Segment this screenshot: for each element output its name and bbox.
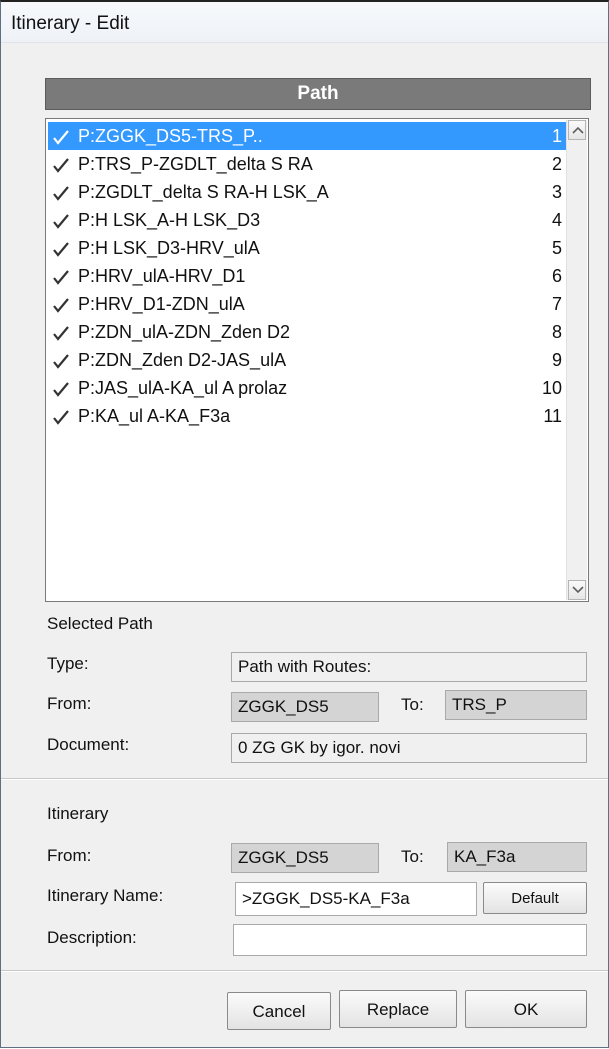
path-number: 10 <box>541 378 562 398</box>
section-separator <box>1 778 608 780</box>
window-title: Itinerary - Edit <box>11 13 130 34</box>
path-number: 2 <box>551 154 562 174</box>
check-icon <box>50 346 72 374</box>
scroll-down-button[interactable] <box>568 580 586 600</box>
path-label: P:TRS_P-ZGDLT_delta S RA <box>78 154 313 174</box>
path-label: P:ZGGK_DS5-TRS_P.. <box>78 126 263 146</box>
type-field: Path with Routes: <box>231 652 587 682</box>
scroll-up-icon <box>572 126 584 134</box>
description-label: Description: <box>47 928 137 947</box>
from-field: ZGGK_DS5 <box>231 692 379 722</box>
path-label: P:JAS_ulA-KA_ul A prolaz <box>78 378 288 398</box>
check-icon <box>50 150 72 178</box>
list-item[interactable]: P:HRV_ulA-HRV_D1 6 <box>48 262 566 290</box>
itinerary-name-label: Itinerary Name: <box>47 886 164 905</box>
path-label: P:ZDN_ulA-ZDN_Zden D2 <box>78 322 291 342</box>
path-label: P:ZGDLT_delta S RA-H LSK_A <box>78 182 329 202</box>
path-number: 9 <box>551 350 562 370</box>
title-bar[interactable]: Itinerary - Edit <box>1 2 608 43</box>
itinerary-to-label: To: <box>401 847 424 866</box>
path-label: P:H LSK_A-H LSK_D3 <box>78 210 261 230</box>
path-number: 1 <box>551 126 562 146</box>
list-item[interactable]: P:H LSK_A-H LSK_D3 4 <box>48 206 566 234</box>
replace-button[interactable]: Replace <box>339 990 457 1028</box>
path-number: 11 <box>543 406 562 426</box>
path-number: 7 <box>551 294 562 314</box>
list-item[interactable]: P:HRV_D1-ZDN_ulA 7 <box>48 290 566 318</box>
type-label: Type: <box>47 654 89 673</box>
itinerary-from-field: ZGGK_DS5 <box>231 843 379 873</box>
from-label: From: <box>47 694 92 713</box>
check-icon <box>50 178 72 206</box>
to-field: TRS_P <box>445 690 587 720</box>
itinerary-from-label: From: <box>47 846 92 865</box>
path-label: P:H LSK_D3-HRV_ulA <box>78 238 260 258</box>
check-icon <box>50 234 72 262</box>
selected-path-heading: Selected Path <box>47 614 153 633</box>
buttons-separator <box>1 970 608 972</box>
list-item[interactable]: P:KA_ul A-KA_F3a 11 <box>48 402 566 430</box>
path-number: 4 <box>551 210 562 230</box>
document-field: 0 ZG GK by igor. novi <box>231 733 587 763</box>
path-label: P:KA_ul A-KA_F3a <box>78 406 231 426</box>
itinerary-heading: Itinerary <box>47 804 109 823</box>
check-icon <box>50 402 72 430</box>
path-number: 8 <box>551 322 562 342</box>
list-item[interactable]: P:ZGGK_DS5-TRS_P.. 1 <box>48 122 566 150</box>
scroll-down-icon <box>572 586 584 594</box>
path-column-header[interactable]: Path <box>45 78 591 110</box>
itinerary-to-field: KA_F3a <box>447 842 587 872</box>
description-input[interactable] <box>233 924 587 956</box>
document-label: Document: <box>47 735 130 754</box>
list-item[interactable]: P:JAS_ulA-KA_ul A prolaz 10 <box>48 374 566 402</box>
check-icon <box>50 206 72 234</box>
path-number: 3 <box>551 182 562 202</box>
check-icon <box>50 318 72 346</box>
list-item[interactable]: P:ZDN_ulA-ZDN_Zden D2 8 <box>48 318 566 346</box>
ok-button[interactable]: OK <box>465 990 587 1028</box>
list-item[interactable]: P:H LSK_D3-HRV_ulA 5 <box>48 234 566 262</box>
cancel-button[interactable]: Cancel <box>227 992 331 1030</box>
itinerary-name-input[interactable]: >ZGGK_DS5-KA_F3a <box>235 882 477 916</box>
path-list[interactable]: P:ZGGK_DS5-TRS_P.. 1 P:TRS_P-ZGDLT_delta S… <box>45 118 589 602</box>
path-number: 6 <box>551 266 562 286</box>
list-item[interactable]: P:TRS_P-ZGDLT_delta S RA 2 <box>48 150 566 178</box>
vertical-scrollbar[interactable] <box>566 120 587 600</box>
path-number: 5 <box>551 238 562 258</box>
path-label: P:ZDN_Zden D2-JAS_ulA <box>78 350 287 370</box>
check-icon <box>50 122 72 150</box>
check-icon <box>50 262 72 290</box>
path-label: P:HRV_D1-ZDN_ulA <box>78 294 245 314</box>
list-item[interactable]: P:ZGDLT_delta S RA-H LSK_A 3 <box>48 178 566 206</box>
to-label: To: <box>401 695 424 714</box>
check-icon <box>50 374 72 402</box>
default-button[interactable]: Default <box>483 882 587 914</box>
itinerary-edit-dialog: Itinerary - Edit Path P:ZGGK_DS5-TRS_P..… <box>0 0 609 1048</box>
scroll-up-button[interactable] <box>568 120 586 140</box>
path-label: P:HRV_ulA-HRV_D1 <box>78 266 246 286</box>
list-item[interactable]: P:ZDN_Zden D2-JAS_ulA 9 <box>48 346 566 374</box>
check-icon <box>50 290 72 318</box>
